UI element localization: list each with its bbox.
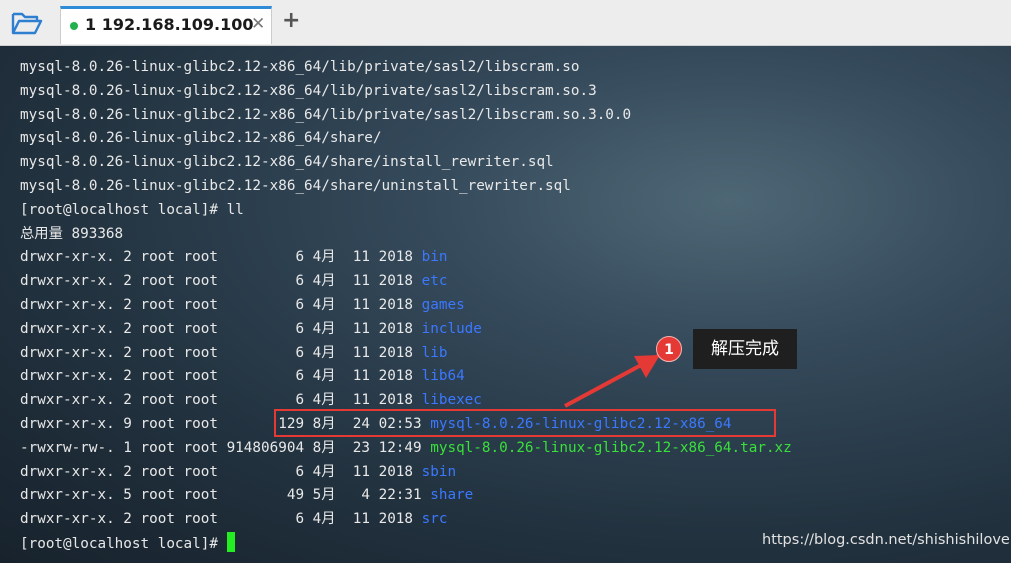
tab-session[interactable]: 1 192.168.109.100 ✕	[60, 6, 272, 44]
tab-title: 1 192.168.109.100	[85, 15, 254, 34]
new-tab-button[interactable]: +	[282, 8, 300, 33]
connected-status-icon	[70, 22, 78, 30]
annotation-arrow-icon	[564, 354, 660, 408]
folder-open-icon[interactable]	[10, 9, 44, 37]
tab-bar: 1 192.168.109.100 ✕ +	[0, 0, 1011, 46]
annotation-badge: 1	[656, 336, 682, 362]
watermark: https://blog.csdn.net/shishishilove	[762, 532, 1010, 548]
annotation-callout: 解压完成	[693, 329, 797, 369]
close-tab-icon[interactable]: ✕	[251, 14, 265, 34]
terminal-output[interactable]: mysql-8.0.26-linux-glibc2.12-x86_64/lib/…	[0, 46, 1011, 563]
